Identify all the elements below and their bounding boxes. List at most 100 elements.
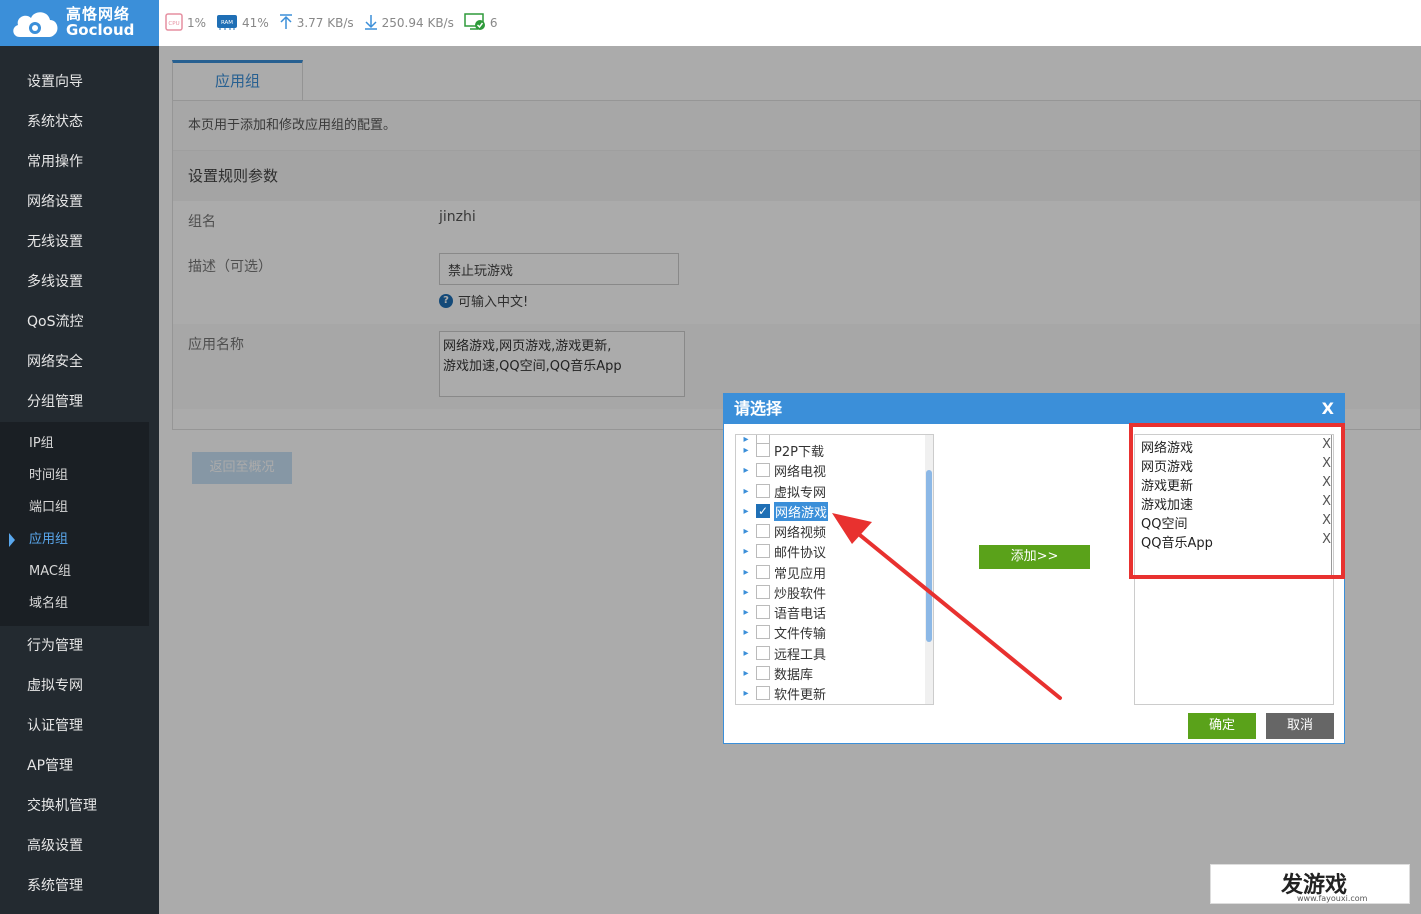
tree-checkbox[interactable] — [756, 646, 770, 660]
sidebar-item-network-security[interactable]: 网络安全 — [0, 342, 159, 382]
tree-label[interactable]: 数据库 — [774, 664, 813, 683]
scrollbar-thumb[interactable] — [926, 470, 932, 642]
tree-label[interactable]: 炒股软件 — [774, 583, 826, 602]
download-stat: 250.94 KB/s — [364, 14, 454, 33]
tree-checkbox[interactable] — [756, 686, 770, 700]
dialog-close-button[interactable]: X — [1322, 394, 1334, 424]
cancel-button[interactable]: 取消 — [1266, 713, 1334, 739]
submenu-item-time-group[interactable]: 时间组 — [0, 460, 149, 492]
devices-stat[interactable]: 6 — [464, 12, 498, 34]
submenu-item-app-group[interactable]: 应用组 — [0, 524, 149, 556]
sidebar-item-network-settings[interactable]: 网络设置 — [0, 182, 159, 222]
tree-checkbox[interactable] — [756, 544, 770, 558]
dialog-header: 请选择 X — [724, 394, 1344, 424]
tree-item: ▸ 远程工具 — [736, 643, 826, 663]
submenu-item-mac-group[interactable]: MAC组 — [0, 556, 149, 588]
sidebar-item-advanced-settings[interactable]: 高级设置 — [0, 826, 159, 866]
tree-checkbox-checked[interactable]: ✓ — [756, 504, 770, 518]
tree-scrollbar[interactable] — [925, 435, 933, 704]
chevron-right-icon[interactable]: ▸ — [736, 627, 756, 638]
chevron-right-icon[interactable]: ▸ — [736, 567, 756, 578]
status-bar: CPU 1% RAM 41% 3.77 KB/s 250.94 KB/s 6 — [159, 0, 1421, 46]
chevron-right-icon[interactable]: ▸ — [736, 648, 756, 659]
tree-item: ▸ 语音电话 — [736, 602, 826, 622]
sidebar-item-wireless-settings[interactable]: 无线设置 — [0, 222, 159, 262]
tree-checkbox[interactable] — [756, 585, 770, 599]
tree-checkbox[interactable] — [756, 463, 770, 477]
highlight-annotation-box — [1129, 423, 1345, 579]
sidebar-item-group-management[interactable]: 分组管理 — [0, 382, 159, 422]
submenu-item-port-group[interactable]: 端口组 — [0, 492, 149, 524]
tree-label[interactable]: 语音电话 — [774, 603, 826, 622]
tree-label[interactable]: 网络游戏 — [774, 501, 829, 521]
chevron-right-icon[interactable]: ▸ — [736, 688, 756, 699]
upload-arrow-icon — [279, 13, 293, 33]
chevron-right-icon[interactable]: ▸ — [736, 546, 756, 557]
brand-logo: 高恪网络 Gocloud — [0, 0, 159, 46]
tree-label[interactable]: 远程工具 — [774, 644, 826, 663]
ram-usage: 41% — [242, 16, 269, 30]
tree-checkbox[interactable] — [756, 524, 770, 538]
tree-item: ▸ 炒股软件 — [736, 582, 826, 602]
sidebar-item-auth-management[interactable]: 认证管理 — [0, 706, 159, 746]
submenu-item-ip-group[interactable]: IP组 — [0, 428, 149, 460]
tree-label[interactable]: 常见应用 — [774, 563, 826, 582]
tree-label[interactable]: P2P下载 — [774, 441, 824, 460]
chevron-right-icon[interactable]: ▸ — [736, 607, 756, 618]
download-arrow-icon — [364, 14, 378, 33]
ram-icon: RAM — [216, 13, 238, 34]
upload-stat: 3.77 KB/s — [279, 13, 354, 33]
sidebar-item-qos[interactable]: QoS流控 — [0, 302, 159, 342]
tree-checkbox[interactable] — [756, 605, 770, 619]
tree-item: ▸ 网络视频 — [736, 521, 826, 541]
dialog-title: 请选择 — [734, 399, 783, 418]
add-button[interactable]: 添加>> — [979, 545, 1090, 569]
sidebar-item-vpn[interactable]: 虚拟专网 — [0, 666, 159, 706]
tree-item: ▸ 网络电视 — [736, 460, 826, 480]
tree-label[interactable]: 邮件协议 — [774, 542, 826, 561]
tree-checkbox[interactable] — [756, 443, 770, 457]
chevron-right-icon[interactable]: ▸ — [736, 465, 756, 476]
tree-checkbox[interactable] — [756, 625, 770, 639]
sidebar-item-ap-management[interactable]: AP管理 — [0, 746, 159, 786]
chevron-right-icon[interactable]: ▸ — [736, 506, 756, 517]
sidebar-item-setup-wizard[interactable]: 设置向导 — [0, 62, 159, 102]
tree-item-selected: ▸ ✓ 网络游戏 — [736, 501, 829, 521]
tree-checkbox[interactable] — [756, 484, 770, 498]
cloud-logo-icon — [10, 7, 62, 39]
submenu-item-domain-group[interactable]: 域名组 — [0, 588, 149, 620]
select-dialog: 请选择 X ▸ ▸ P2P下载 ▸ 网络电视 ▸ 虚拟专网 ▸ ✓ 网络游戏 ▸ — [723, 393, 1345, 744]
tree-item: ▸ P2P下载 — [736, 440, 824, 460]
chevron-right-icon[interactable]: ▸ — [736, 526, 756, 537]
tree-checkbox[interactable] — [756, 565, 770, 579]
chevron-right-icon[interactable]: ▸ — [736, 587, 756, 598]
app-category-tree: ▸ ▸ P2P下载 ▸ 网络电视 ▸ 虚拟专网 ▸ ✓ 网络游戏 ▸ 网络视频 — [735, 434, 934, 705]
upload-speed: 3.77 KB/s — [296, 16, 354, 30]
ram-stat: RAM 41% — [216, 13, 269, 34]
download-speed: 250.94 KB/s — [381, 16, 454, 30]
chevron-right-icon[interactable]: ▸ — [736, 445, 756, 456]
sidebar-item-behavior-management[interactable]: 行为管理 — [0, 626, 159, 666]
sidebar-item-system-status[interactable]: 系统状态 — [0, 102, 159, 142]
tree-item: ▸ 虚拟专网 — [736, 481, 826, 501]
watermark: 发游戏 www.fayouxi.com — [1210, 864, 1410, 904]
sidebar-item-system-management[interactable]: 系统管理 — [0, 866, 159, 906]
chevron-right-icon[interactable]: ▸ — [736, 668, 756, 679]
tree-label[interactable]: 网络电视 — [774, 461, 826, 480]
sidebar-item-switch-management[interactable]: 交换机管理 — [0, 786, 159, 826]
tree-label[interactable]: 软件更新 — [774, 684, 826, 703]
cpu-icon: CPU — [165, 12, 183, 34]
confirm-button[interactable]: 确定 — [1188, 713, 1256, 739]
device-count: 6 — [489, 16, 498, 30]
tree-label[interactable]: 网络视频 — [774, 522, 826, 541]
chevron-right-icon[interactable]: ▸ — [736, 486, 756, 497]
sidebar-item-common-ops[interactable]: 常用操作 — [0, 142, 159, 182]
tree-label[interactable]: 虚拟专网 — [774, 482, 826, 501]
tree-checkbox[interactable] — [756, 666, 770, 680]
tree-label[interactable]: 文件传输 — [774, 623, 826, 642]
sidebar-item-multiline-settings[interactable]: 多线设置 — [0, 262, 159, 302]
tree-item: ▸ 邮件协议 — [736, 541, 826, 561]
cpu-stat: CPU 1% — [165, 12, 206, 34]
tree-item: ▸ 数据库 — [736, 663, 813, 683]
tree-item: ▸ 文件传输 — [736, 622, 826, 642]
